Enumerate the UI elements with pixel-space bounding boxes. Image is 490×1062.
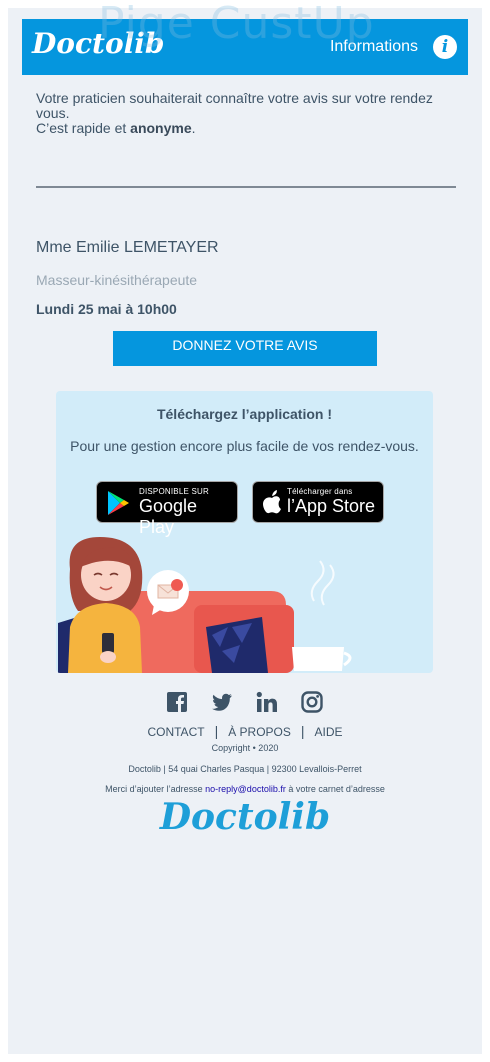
addbook-suffix: à votre carnet d’adresse bbox=[285, 784, 385, 794]
divider bbox=[36, 186, 456, 188]
facebook-icon[interactable] bbox=[166, 691, 188, 713]
address-book-note: Merci d’ajouter l’adresse no-reply@docto… bbox=[0, 784, 490, 794]
intro-line-2-prefix: C’est rapide et bbox=[36, 120, 131, 136]
info-icon[interactable]: i bbox=[433, 35, 457, 59]
social-links bbox=[0, 691, 490, 715]
company-address: Doctolib | 54 quai Charles Pasqua | 9230… bbox=[128, 764, 362, 774]
google-play-badge[interactable]: DISPONIBLE SUR Google Play bbox=[96, 481, 238, 537]
app-promo-subtitle: Pour une gestion encore plus facile de v… bbox=[70, 438, 419, 454]
footer-link-help[interactable]: AIDE bbox=[315, 725, 343, 739]
app-promo-title: Téléchargez l’application ! bbox=[156, 406, 333, 422]
footer-link-contact[interactable]: CONTACT bbox=[147, 725, 204, 739]
appointment-datetime: Lundi 25 mai à 10h00 bbox=[36, 301, 177, 317]
linkedin-icon[interactable] bbox=[256, 691, 278, 713]
doctolib-footer-logo[interactable]: Doctolib bbox=[0, 796, 490, 838]
copyright: Copyright • 2020 bbox=[211, 743, 279, 753]
footer-links: CONTACT | À PROPOS | AIDE bbox=[0, 723, 490, 739]
app-store-text: l’App Store bbox=[287, 496, 376, 516]
practitioner-specialty: Masseur-kinésithérapeute bbox=[36, 272, 198, 288]
footer-separator: | bbox=[214, 723, 219, 739]
informations-link[interactable]: Informations bbox=[330, 38, 418, 56]
google-play-text: Google Play bbox=[139, 496, 198, 537]
intro-text: Votre praticien souhaiterait connaître v… bbox=[36, 91, 446, 136]
intro-anonymous: anonyme bbox=[130, 120, 192, 136]
give-review-button[interactable]: DONNEZ VOTRE AVIS bbox=[113, 331, 377, 366]
apple-icon bbox=[263, 490, 281, 514]
practitioner-name: Mme Emilie LEMETAYER bbox=[36, 239, 219, 256]
no-reply-email-link[interactable]: no-reply@doctolib.fr bbox=[205, 784, 286, 794]
intro-line-2-suffix: . bbox=[191, 120, 196, 136]
google-play-icon bbox=[108, 491, 129, 515]
footer-separator: | bbox=[300, 723, 305, 739]
header-bar: Doctolib Informations i bbox=[22, 19, 468, 75]
doctolib-logo[interactable]: Doctolib bbox=[32, 27, 164, 60]
twitter-icon[interactable] bbox=[211, 691, 233, 713]
google-play-small-text: DISPONIBLE SUR bbox=[139, 487, 209, 496]
app-download-panel: Téléchargez l’application ! Pour une ges… bbox=[56, 391, 433, 673]
app-illustration bbox=[58, 537, 352, 673]
app-store-badge[interactable]: Télécharger dans l’App Store bbox=[252, 481, 384, 523]
instagram-icon[interactable] bbox=[301, 691, 323, 713]
intro-line-1: Votre praticien souhaiterait connaître v… bbox=[36, 90, 433, 121]
addbook-prefix: Merci d’ajouter l’adresse bbox=[105, 784, 206, 794]
footer-link-about[interactable]: À PROPOS bbox=[228, 725, 291, 739]
app-store-small-text: Télécharger dans bbox=[287, 487, 353, 496]
